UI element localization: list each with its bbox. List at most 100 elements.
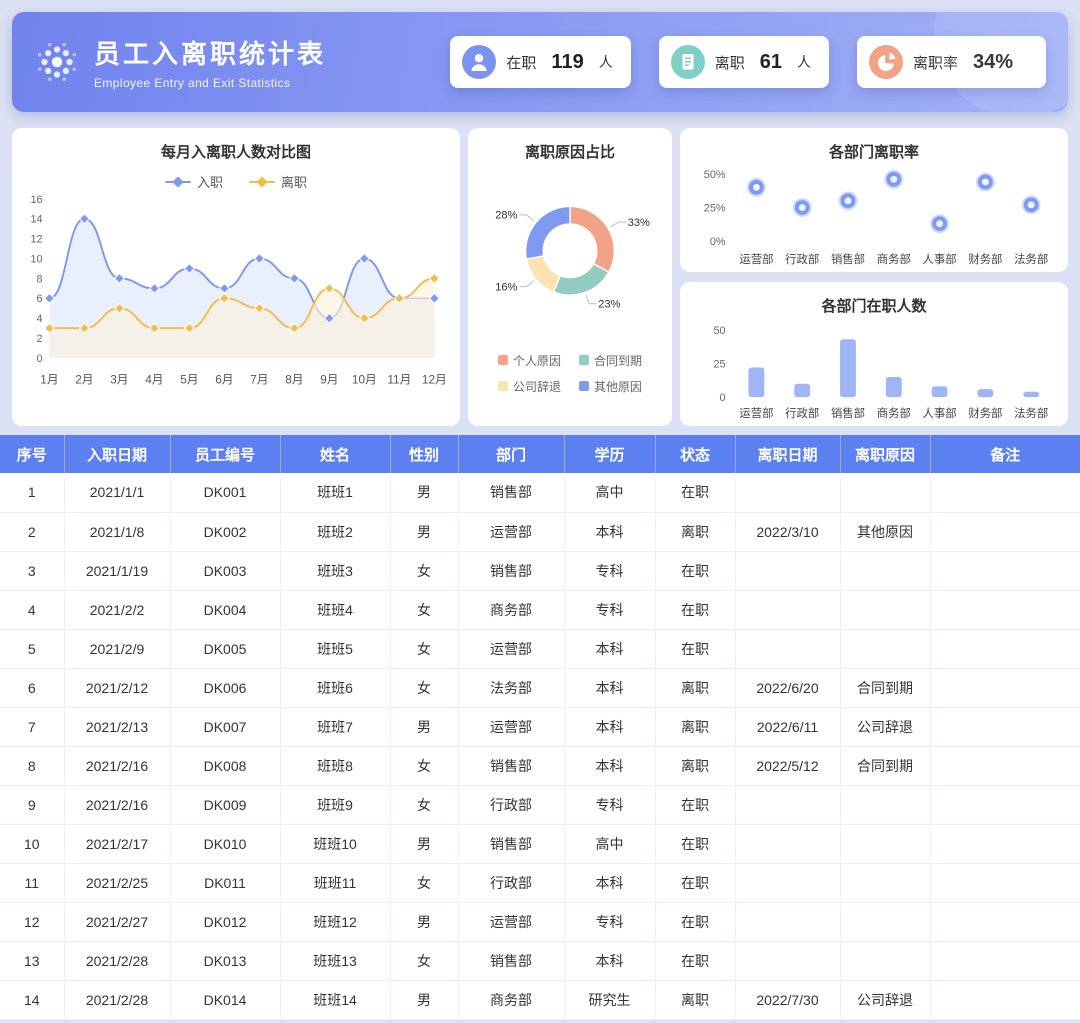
table-cell[interactable]: 2021/2/16 <box>64 746 171 786</box>
table-cell[interactable]: 班班14 <box>280 980 391 1020</box>
table-cell[interactable]: 2021/1/1 <box>64 473 171 513</box>
table-cell[interactable] <box>735 863 841 903</box>
legend-item[interactable]: 入职 <box>164 172 223 191</box>
table-cell[interactable]: 班班9 <box>280 785 391 825</box>
table-cell[interactable] <box>930 512 1080 552</box>
table-cell[interactable]: 在职 <box>655 863 736 903</box>
table-cell[interactable]: 2022/5/12 <box>735 746 841 786</box>
table-cell[interactable]: 女 <box>390 668 459 708</box>
table-cell[interactable] <box>930 824 1080 864</box>
table-cell[interactable]: 女 <box>390 785 459 825</box>
table-cell[interactable] <box>930 629 1080 669</box>
table-cell[interactable]: 班班1 <box>280 473 391 513</box>
table-cell[interactable]: 专科 <box>564 590 656 630</box>
table-cell[interactable]: 离职 <box>655 668 736 708</box>
table-cell[interactable]: 2021/1/8 <box>64 512 171 552</box>
table-cell[interactable]: 其他原因 <box>840 512 931 552</box>
table-cell[interactable]: 女 <box>390 551 459 591</box>
table-cell[interactable]: 在职 <box>655 473 736 513</box>
table-cell[interactable]: 6 <box>0 668 65 708</box>
table-cell[interactable]: 在职 <box>655 551 736 591</box>
table-cell[interactable]: 7 <box>0 707 65 747</box>
table-cell[interactable]: 2021/1/19 <box>64 551 171 591</box>
table-cell[interactable] <box>735 824 841 864</box>
table-cell[interactable]: 销售部 <box>458 473 565 513</box>
table-cell[interactable]: DK012 <box>170 902 281 942</box>
legend-item[interactable]: 公司辞退 <box>497 378 561 395</box>
table-cell[interactable]: 班班10 <box>280 824 391 864</box>
table-cell[interactable]: 4 <box>0 590 65 630</box>
table-cell[interactable] <box>840 824 931 864</box>
table-cell[interactable]: 14 <box>0 980 65 1020</box>
table-cell[interactable] <box>930 980 1080 1020</box>
table-cell[interactable]: 行政部 <box>458 863 565 903</box>
table-cell[interactable] <box>735 551 841 591</box>
table-cell[interactable]: 2022/6/11 <box>735 707 841 747</box>
table-cell[interactable]: 运营部 <box>458 707 565 747</box>
table-cell[interactable]: 男 <box>390 902 459 942</box>
table-cell[interactable]: 销售部 <box>458 746 565 786</box>
table-cell[interactable]: 高中 <box>564 473 656 513</box>
table-cell[interactable]: 本科 <box>564 668 656 708</box>
table-cell[interactable]: 离职 <box>655 980 736 1020</box>
table-cell[interactable]: 1 <box>0 473 65 513</box>
table-cell[interactable]: 2021/2/2 <box>64 590 171 630</box>
table-cell[interactable]: DK006 <box>170 668 281 708</box>
table-cell[interactable]: 研究生 <box>564 980 656 1020</box>
table-cell[interactable]: 12 <box>0 902 65 942</box>
table-cell[interactable] <box>930 785 1080 825</box>
table-cell[interactable]: 销售部 <box>458 824 565 864</box>
table-cell[interactable] <box>840 902 931 942</box>
table-cell[interactable]: 2021/2/28 <box>64 941 171 981</box>
table-cell[interactable]: DK013 <box>170 941 281 981</box>
table-cell[interactable]: 9 <box>0 785 65 825</box>
table-cell[interactable]: 班班3 <box>280 551 391 591</box>
table-cell[interactable] <box>840 551 931 591</box>
table-cell[interactable]: 3 <box>0 551 65 591</box>
table-cell[interactable]: 男 <box>390 824 459 864</box>
table-cell[interactable]: 2021/2/25 <box>64 863 171 903</box>
legend-item[interactable]: 合同到期 <box>579 352 642 369</box>
table-cell[interactable]: 班班12 <box>280 902 391 942</box>
table-cell[interactable]: 2021/2/28 <box>64 980 171 1020</box>
table-cell[interactable]: 专科 <box>564 551 656 591</box>
table-cell[interactable]: 在职 <box>655 824 736 864</box>
table-cell[interactable]: 本科 <box>564 941 656 981</box>
legend-item[interactable]: 其他原因 <box>579 378 642 395</box>
table-cell[interactable] <box>840 473 931 513</box>
table-cell[interactable]: 运营部 <box>458 512 565 552</box>
table-cell[interactable] <box>930 551 1080 591</box>
table-cell[interactable] <box>735 785 841 825</box>
table-cell[interactable]: DK001 <box>170 473 281 513</box>
table-cell[interactable]: DK007 <box>170 707 281 747</box>
table-cell[interactable]: 13 <box>0 941 65 981</box>
table-cell[interactable]: 5 <box>0 629 65 669</box>
table-cell[interactable]: 在职 <box>655 629 736 669</box>
table-cell[interactable]: 专科 <box>564 785 656 825</box>
table-cell[interactable]: 男 <box>390 707 459 747</box>
table-cell[interactable]: 2021/2/16 <box>64 785 171 825</box>
table-cell[interactable] <box>930 863 1080 903</box>
table-cell[interactable] <box>840 863 931 903</box>
table-cell[interactable]: 合同到期 <box>840 746 931 786</box>
table-cell[interactable]: 男 <box>390 512 459 552</box>
table-cell[interactable] <box>840 629 931 669</box>
table-cell[interactable] <box>735 941 841 981</box>
table-cell[interactable] <box>735 902 841 942</box>
table-cell[interactable]: DK009 <box>170 785 281 825</box>
table-cell[interactable]: 公司辞退 <box>840 707 931 747</box>
table-cell[interactable]: 2021/2/12 <box>64 668 171 708</box>
table-cell[interactable]: 班班6 <box>280 668 391 708</box>
table-cell[interactable] <box>735 473 841 513</box>
table-cell[interactable] <box>735 590 841 630</box>
table-cell[interactable]: 离职 <box>655 707 736 747</box>
table-cell[interactable]: 在职 <box>655 902 736 942</box>
table-cell[interactable]: 行政部 <box>458 785 565 825</box>
table-cell[interactable] <box>840 941 931 981</box>
table-cell[interactable]: DK002 <box>170 512 281 552</box>
table-cell[interactable] <box>930 668 1080 708</box>
legend-item[interactable]: 个人原因 <box>497 352 561 369</box>
table-cell[interactable]: 合同到期 <box>840 668 931 708</box>
table-cell[interactable] <box>840 785 931 825</box>
legend-item[interactable]: 离职 <box>249 172 307 191</box>
